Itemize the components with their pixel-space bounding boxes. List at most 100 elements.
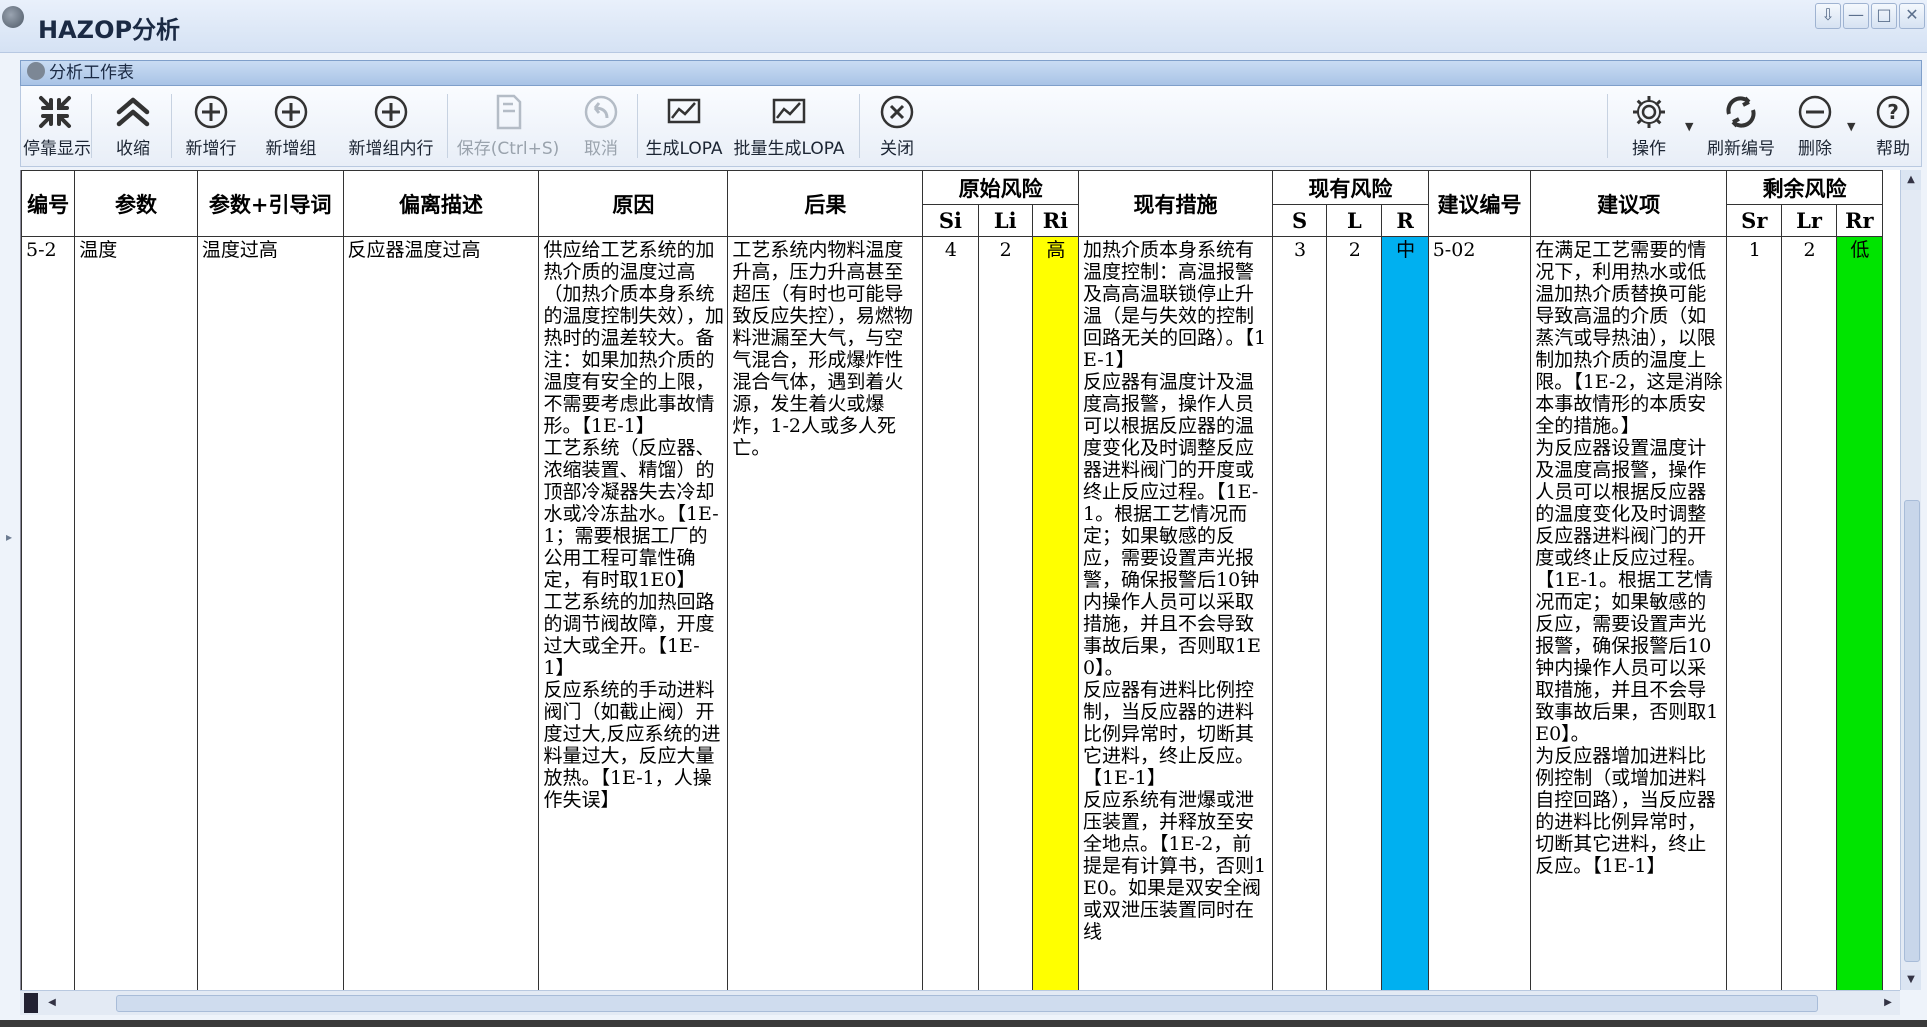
close-label: 关闭 bbox=[880, 139, 914, 159]
header-lr[interactable]: Lr bbox=[1781, 204, 1837, 237]
toolbar-separator bbox=[447, 94, 448, 158]
delete-button[interactable]: 删除 bbox=[1785, 90, 1845, 162]
panel-icon bbox=[27, 62, 45, 80]
header-rr[interactable]: Rr bbox=[1835, 204, 1884, 237]
header-recommendation[interactable]: 建议项 bbox=[1530, 170, 1728, 237]
header-ri[interactable]: Ri bbox=[1031, 204, 1080, 237]
collapse-arrows-icon bbox=[39, 96, 71, 128]
cell-s[interactable]: 3 bbox=[1271, 236, 1328, 990]
header-r[interactable]: R bbox=[1381, 204, 1429, 237]
toolbar: 停靠显示 收缩 新增行 新增组 新增组内行 保存(Ctrl+S) 取消 生成LO… bbox=[20, 86, 1922, 167]
cell-cause[interactable]: 供应给工艺系统的加热介质的温度过高（加热介质本身系统的温度控制失效），加热时的温… bbox=[538, 236, 729, 990]
generate-lopa-button[interactable]: 生成LOPA bbox=[641, 90, 727, 162]
cell-param-guide[interactable]: 温度过高 bbox=[196, 236, 344, 990]
cell-recommendation[interactable]: 在满足工艺需要的情况下，利用热水或低温加热介质替换可能导致高温的介质（如蒸汽或导… bbox=[1530, 236, 1728, 990]
cell-measures[interactable]: 加热介质本身系统有温度控制：高温报警及高高温联锁停止升温（是与失效的控制回路无关… bbox=[1078, 236, 1273, 990]
cell-id[interactable]: 5-2 bbox=[21, 236, 76, 990]
save-document-icon bbox=[496, 94, 522, 130]
cell-deviation[interactable]: 反应器温度过高 bbox=[342, 236, 540, 990]
header-original-risk: 原始风险 bbox=[922, 170, 1080, 205]
header-deviation[interactable]: 偏离描述 bbox=[342, 170, 540, 237]
operate-dropdown-arrow-icon[interactable]: ▼ bbox=[1685, 120, 1693, 133]
minus-circle-icon bbox=[1798, 95, 1832, 129]
cell-consequence[interactable]: 工艺系统内物料温度升高，压力升高甚至超压（有时也可能导致反应失控），易燃物料泄漏… bbox=[727, 236, 924, 990]
header-sr[interactable]: Sr bbox=[1726, 204, 1783, 237]
cell-li[interactable]: 2 bbox=[977, 236, 1033, 990]
maximize-button[interactable]: □ bbox=[1871, 3, 1897, 29]
toolbar-separator bbox=[637, 94, 638, 158]
header-id[interactable]: 编号 bbox=[21, 170, 76, 237]
close-window-button[interactable]: ✕ bbox=[1899, 3, 1925, 29]
renumber-label: 刷新编号 bbox=[1707, 139, 1775, 159]
header-si[interactable]: Si bbox=[922, 204, 979, 237]
undo-circle-icon bbox=[584, 95, 618, 129]
vertical-scroll-thumb[interactable] bbox=[1904, 500, 1920, 962]
scroll-down-arrow-icon[interactable]: ▼ bbox=[1901, 970, 1921, 990]
help-circle-icon: ? bbox=[1876, 95, 1910, 129]
cell-rr[interactable]: 低 bbox=[1835, 236, 1884, 990]
header-measures[interactable]: 现有措施 bbox=[1078, 170, 1273, 237]
line-chart-icon bbox=[667, 98, 701, 124]
window-title: HAZOP分析 bbox=[38, 16, 181, 44]
batch-lopa-label: 批量生成LOPA bbox=[733, 139, 845, 159]
cell-l[interactable]: 2 bbox=[1326, 236, 1383, 990]
scroll-up-arrow-icon[interactable]: ▲ bbox=[1901, 170, 1921, 190]
plus-circle-icon bbox=[274, 95, 308, 129]
cell-ri[interactable]: 高 bbox=[1031, 236, 1080, 990]
line-chart-icon bbox=[772, 98, 806, 124]
cell-param[interactable]: 温度 bbox=[74, 236, 198, 990]
horizontal-scrollbar[interactable]: ◀ ▶ bbox=[20, 990, 1900, 1015]
header-cause[interactable]: 原因 bbox=[538, 170, 729, 237]
renumber-button[interactable]: 刷新编号 bbox=[1701, 90, 1781, 162]
plus-circle-icon bbox=[374, 95, 408, 129]
batch-lopa-button[interactable]: 批量生成LOPA bbox=[727, 90, 851, 162]
operate-label: 操作 bbox=[1632, 139, 1666, 159]
panel-header: 分析工作表 bbox=[20, 60, 1922, 86]
add-in-group-label: 新增组内行 bbox=[348, 139, 434, 159]
vertical-scrollbar[interactable]: ▲ ▼ bbox=[1900, 170, 1921, 990]
pin-button[interactable]: ⇩ bbox=[1815, 3, 1841, 29]
gear-icon bbox=[1633, 96, 1665, 128]
header-param-guide[interactable]: 参数+引导词 bbox=[196, 170, 344, 237]
header-param[interactable]: 参数 bbox=[74, 170, 198, 237]
delete-dropdown-arrow-icon[interactable]: ▼ bbox=[1847, 120, 1855, 133]
save-button[interactable]: 保存(Ctrl+S) bbox=[453, 90, 563, 162]
scroll-left-arrow-icon[interactable]: ◀ bbox=[42, 991, 62, 1015]
header-current-risk: 现有风险 bbox=[1271, 170, 1429, 205]
collapse-button[interactable]: 收缩 bbox=[101, 90, 165, 162]
toolbar-separator bbox=[1607, 94, 1608, 158]
table-row[interactable]: 5-2 温度 温度过高 反应器温度过高 供应给工艺系统的加热介质的温度过高（加热… bbox=[21, 236, 1884, 990]
cancel-label: 取消 bbox=[584, 139, 618, 159]
add-group-button[interactable]: 新增组 bbox=[259, 90, 323, 162]
close-button[interactable]: 关闭 bbox=[865, 90, 929, 162]
toolbar-separator bbox=[91, 94, 92, 158]
add-row-label: 新增行 bbox=[185, 139, 237, 159]
analysis-grid: 编号 参数 参数+引导词 偏离描述 原因 后果 原始风险 现有措施 现有风险 建… bbox=[20, 170, 1901, 990]
cell-r[interactable]: 中 bbox=[1381, 236, 1429, 990]
cell-sr[interactable]: 1 bbox=[1726, 236, 1783, 990]
header-li[interactable]: Li bbox=[977, 204, 1033, 237]
cancel-button[interactable]: 取消 bbox=[569, 90, 633, 162]
panel-title: 分析工作表 bbox=[49, 63, 134, 83]
add-in-group-button[interactable]: 新增组内行 bbox=[341, 90, 441, 162]
cell-lr[interactable]: 2 bbox=[1781, 236, 1837, 990]
header-consequence[interactable]: 后果 bbox=[727, 170, 924, 237]
delete-label: 删除 bbox=[1798, 139, 1832, 159]
header-s[interactable]: S bbox=[1271, 204, 1328, 237]
add-group-label: 新增组 bbox=[265, 139, 317, 159]
cell-si[interactable]: 4 bbox=[922, 236, 979, 990]
add-row-button[interactable]: 新增行 bbox=[179, 90, 243, 162]
minimize-button[interactable]: — bbox=[1843, 3, 1869, 29]
side-splitter-handle-icon[interactable]: ▸ bbox=[6, 530, 12, 544]
dock-button[interactable]: 停靠显示 bbox=[23, 90, 91, 162]
cell-rec-no[interactable]: 5-02 bbox=[1427, 236, 1532, 990]
header-rec-no[interactable]: 建议编号 bbox=[1427, 170, 1532, 237]
header-l[interactable]: L bbox=[1326, 204, 1383, 237]
operate-button[interactable]: 操作 bbox=[1619, 90, 1679, 162]
help-button[interactable]: ? 帮助 bbox=[1869, 90, 1917, 162]
app-icon bbox=[2, 6, 24, 28]
dock-label: 停靠显示 bbox=[23, 139, 91, 159]
horizontal-scroll-thumb[interactable] bbox=[116, 995, 1818, 1012]
toolbar-separator bbox=[859, 94, 860, 158]
scroll-right-arrow-icon[interactable]: ▶ bbox=[1878, 991, 1898, 1015]
